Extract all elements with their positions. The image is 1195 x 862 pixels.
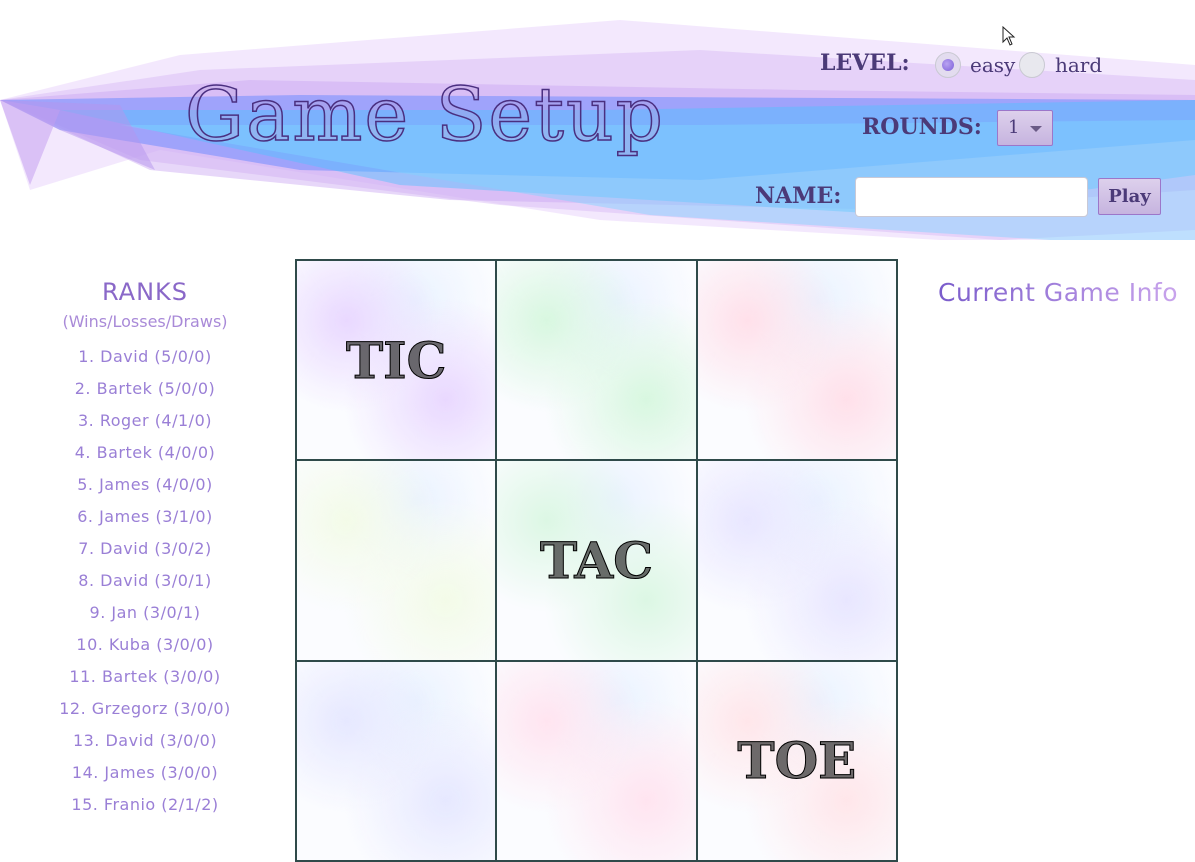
board-cell-5[interactable]: TAC bbox=[496, 460, 697, 661]
board-cell-7[interactable] bbox=[296, 660, 497, 861]
rank-item: 4. Bartek (4/0/0) bbox=[74, 443, 216, 462]
rounds-label: ROUNDS: bbox=[862, 114, 982, 140]
game-board: TIC TAC TOE bbox=[295, 259, 898, 862]
board-cell-4[interactable] bbox=[296, 460, 497, 661]
ranks-list: 1. David (5/0/0) 2. Bartek (5/0/0) 3. Ro… bbox=[30, 341, 260, 821]
rank-item: 1. David (5/0/0) bbox=[78, 347, 212, 366]
board-cell-1[interactable]: TIC bbox=[296, 260, 497, 461]
level-easy-radio[interactable] bbox=[935, 52, 961, 78]
rank-item: 2. Bartek (5/0/0) bbox=[74, 379, 216, 398]
board-cell-8[interactable] bbox=[496, 660, 697, 861]
rank-item: 15. Franio (2/1/2) bbox=[71, 795, 219, 814]
current-game-info-title: Current Game Info bbox=[938, 278, 1179, 307]
board-cell-3[interactable] bbox=[696, 260, 897, 461]
rank-item: 3. Roger (4/1/0) bbox=[77, 411, 212, 430]
board-cell-9[interactable]: TOE bbox=[696, 660, 897, 861]
cell-mark: TAC bbox=[539, 530, 654, 590]
rounds-value: 1 bbox=[1008, 117, 1020, 138]
level-hard-radio[interactable] bbox=[1019, 52, 1045, 78]
page-title: Game Setup bbox=[184, 72, 665, 158]
ranks-title: RANKS bbox=[101, 278, 189, 306]
cell-mark: TOE bbox=[737, 731, 857, 791]
board-cell-2[interactable] bbox=[496, 260, 697, 461]
rank-item: 14. James (3/0/0) bbox=[71, 763, 219, 782]
rank-item: 8. David (3/0/1) bbox=[78, 571, 212, 590]
mouse-cursor-icon bbox=[1002, 26, 1016, 46]
rounds-select[interactable]: 1 bbox=[997, 110, 1053, 146]
rank-item: 12. Grzegorz (3/0/0) bbox=[59, 699, 231, 718]
name-label: NAME: bbox=[755, 183, 842, 209]
level-easy-label[interactable]: easy bbox=[970, 53, 1015, 77]
ranks-subtitle: (Wins/Losses/Draws) bbox=[62, 312, 228, 331]
name-input[interactable] bbox=[855, 177, 1088, 217]
level-hard-label[interactable]: hard bbox=[1055, 53, 1102, 77]
ranks-panel: RANKS (Wins/Losses/Draws) 1. David (5/0/… bbox=[30, 278, 260, 821]
play-button[interactable]: Play bbox=[1098, 178, 1161, 215]
rank-item: 7. David (3/0/2) bbox=[78, 539, 212, 558]
board-cell-6[interactable] bbox=[696, 460, 897, 661]
rank-item: 6. James (3/1/0) bbox=[77, 507, 213, 526]
rank-item: 13. David (3/0/0) bbox=[72, 731, 218, 750]
rank-item: 11. Bartek (3/0/0) bbox=[69, 667, 221, 686]
rank-item: 5. James (4/0/0) bbox=[77, 475, 213, 494]
chevron-down-icon bbox=[1030, 126, 1042, 132]
rank-item: 9. Jan (3/0/1) bbox=[89, 603, 201, 622]
cell-mark: TIC bbox=[345, 330, 447, 390]
rank-item: 10. Kuba (3/0/0) bbox=[76, 635, 214, 654]
level-label: LEVEL: bbox=[820, 50, 910, 76]
